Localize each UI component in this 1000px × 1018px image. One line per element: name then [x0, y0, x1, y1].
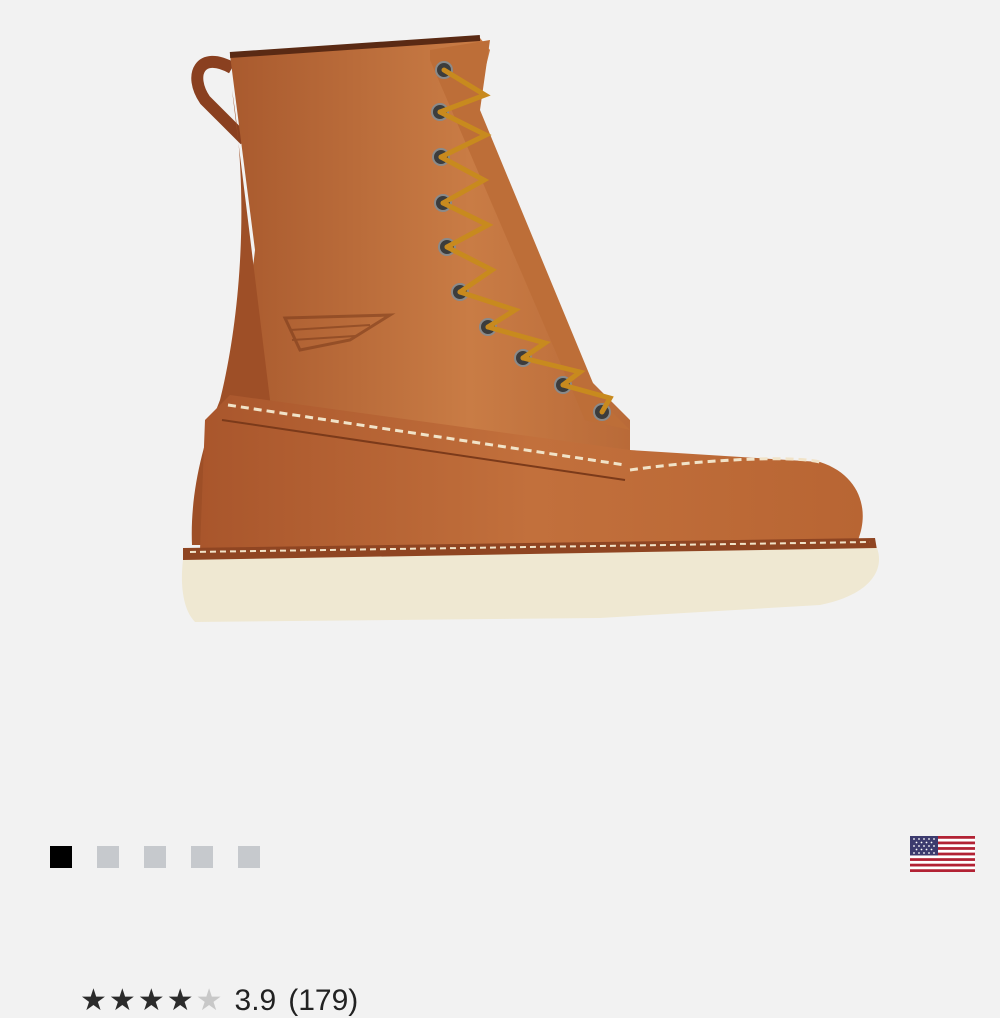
star-icon: ★	[137, 984, 165, 1017]
star-icon: ★	[166, 984, 194, 1017]
carousel-dot-5[interactable]	[238, 846, 260, 868]
product-image[interactable]	[0, 0, 1000, 820]
carousel-dot-3[interactable]	[144, 846, 166, 868]
review-count-link[interactable]: (179)	[288, 984, 358, 1018]
carousel-dot-2[interactable]	[97, 846, 119, 868]
carousel-dot-4[interactable]	[191, 846, 213, 868]
rating-stars: ★ ★ ★ ★ ★	[80, 986, 223, 1016]
us-flag-icon[interactable]	[910, 836, 975, 872]
rating-value: 3.9	[234, 984, 277, 1017]
carousel-dot-1[interactable]	[50, 846, 72, 868]
image-carousel-indicators	[50, 846, 260, 868]
star-icon: ★	[80, 984, 107, 1017]
product-rating[interactable]: ★ ★ ★ ★ ★ 3.9 (179)	[80, 984, 358, 1018]
boot-illustration	[181, 35, 880, 622]
star-partial-icon: ★	[195, 984, 223, 1017]
star-icon: ★	[108, 984, 136, 1017]
